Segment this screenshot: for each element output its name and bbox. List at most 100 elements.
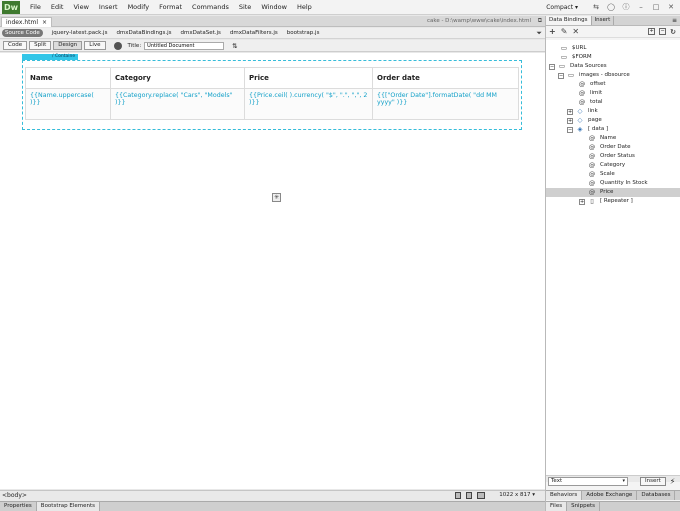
table-header-cell[interactable]: Price bbox=[244, 67, 373, 89]
tab-bootstrap-elements[interactable]: Bootstrap Elements bbox=[36, 502, 100, 511]
close-icon[interactable]: ✕ bbox=[666, 2, 676, 12]
app-logo: Dw bbox=[2, 0, 20, 14]
menu-window[interactable]: Window bbox=[261, 3, 287, 11]
restore-icon[interactable]: ⧉ bbox=[538, 17, 542, 25]
mobile-size-icon[interactable] bbox=[455, 492, 461, 499]
filter-icon[interactable]: ⏷ bbox=[536, 29, 542, 38]
refresh-icon[interactable]: ↻ bbox=[670, 28, 676, 36]
tab-behaviors[interactable]: Behaviors bbox=[546, 491, 583, 500]
insert-button[interactable]: Insert bbox=[640, 476, 666, 486]
table-header-cell[interactable]: Order date bbox=[372, 67, 519, 89]
minimize-icon[interactable]: – bbox=[636, 2, 646, 12]
tablet-size-icon[interactable] bbox=[466, 492, 472, 499]
sync-settings-icon[interactable]: ⇆ bbox=[591, 2, 601, 12]
insert-type-select[interactable]: Text ▾ bbox=[548, 476, 628, 486]
tree-item[interactable]: @ Quantity In Stock bbox=[588, 179, 648, 188]
tab-insert[interactable]: Insert bbox=[592, 16, 615, 25]
tree-item[interactable]: @ offset bbox=[578, 80, 606, 89]
table-cell[interactable]: {{Price.ceil( ).currency( "$", ".", ",",… bbox=[244, 88, 373, 120]
tree-item[interactable]: ▭ $FORM bbox=[560, 53, 592, 62]
preview-in-browser-icon[interactable] bbox=[113, 41, 122, 50]
tree-item-label: Price bbox=[600, 189, 614, 195]
menu-view[interactable]: View bbox=[73, 3, 88, 11]
code-view-button[interactable]: Code bbox=[3, 41, 28, 50]
file-management-icon[interactable]: ⇅ bbox=[232, 42, 237, 50]
table-cell[interactable]: {{Name.uppercase( )}} bbox=[25, 88, 111, 120]
remove-icon[interactable]: ✕ bbox=[572, 27, 579, 36]
magic-wand-icon[interactable]: ⚡ bbox=[670, 477, 676, 486]
data-bindings-tree: ▭ $URL ▭ $FORM − ▭ Data Sources − ▭ imag… bbox=[546, 40, 680, 475]
related-file[interactable]: dmxDataBindings.js bbox=[116, 30, 171, 36]
related-file[interactable]: dmxDataFilters.js bbox=[230, 30, 278, 36]
tree-item[interactable]: + ◇ page bbox=[567, 116, 602, 125]
tab-adobe-exchange[interactable]: Adobe Exchange bbox=[582, 491, 638, 500]
live-view-button[interactable]: Live bbox=[84, 41, 106, 50]
window-size[interactable]: 1022 x 817 ▾ bbox=[499, 492, 535, 498]
tree-item-selected[interactable]: @ Price bbox=[546, 188, 680, 197]
split-view-button[interactable]: Split bbox=[29, 41, 52, 50]
tree-item[interactable]: @ limit bbox=[578, 89, 602, 98]
collapse-all-icon[interactable]: − bbox=[659, 28, 667, 35]
document-title-input[interactable] bbox=[144, 41, 225, 50]
tree-item[interactable]: − ◈ [ data ] bbox=[567, 125, 608, 134]
menu-format[interactable]: Format bbox=[159, 3, 182, 11]
close-tab-icon[interactable]: × bbox=[42, 18, 47, 27]
expand-all-icon[interactable]: + bbox=[648, 28, 656, 35]
database-icon: ▭ bbox=[567, 71, 575, 79]
container-element[interactable]: Name Category Price Order date {{Name.up… bbox=[22, 60, 522, 130]
menu-commands[interactable]: Commands bbox=[192, 3, 229, 11]
expand-icon[interactable]: + bbox=[579, 198, 585, 205]
tree-item[interactable]: − ▭ images - dbsource bbox=[558, 71, 630, 80]
tab-data-bindings[interactable]: Data Bindings bbox=[546, 16, 592, 25]
expand-icon[interactable]: + bbox=[567, 108, 573, 115]
add-icon[interactable]: + bbox=[549, 27, 556, 36]
related-file[interactable]: jquery-latest.pack.js bbox=[52, 30, 108, 36]
tag-selector[interactable]: <body> bbox=[2, 492, 27, 499]
document-tab[interactable]: index.html × bbox=[1, 17, 53, 27]
menu-insert[interactable]: Insert bbox=[99, 3, 118, 11]
menu-help[interactable]: Help bbox=[297, 3, 312, 11]
tree-item[interactable]: @ total bbox=[578, 98, 603, 107]
design-canvas[interactable]: / Containe Name Category Price Order dat… bbox=[0, 53, 545, 489]
tree-item[interactable]: @ Order Date bbox=[588, 143, 631, 152]
tree-item[interactable]: @ Order Status bbox=[588, 152, 635, 161]
object-icon: ◇ bbox=[577, 107, 583, 115]
tree-item[interactable]: + ▯ [ Repeater ] bbox=[579, 197, 633, 206]
workspace-switcher[interactable]: Compact ▾ bbox=[546, 4, 578, 11]
edit-icon[interactable]: ✎ bbox=[561, 27, 568, 36]
table-cell[interactable]: {{["Order Date"].formatDate( "dd MM yyyy… bbox=[372, 88, 519, 120]
menu-site[interactable]: Site bbox=[239, 3, 251, 11]
table-header-cell[interactable]: Name bbox=[25, 67, 111, 89]
collapse-icon[interactable]: − bbox=[558, 72, 564, 79]
related-file[interactable]: dmxDataSet.js bbox=[180, 30, 220, 36]
tab-snippets[interactable]: Snippets bbox=[567, 502, 600, 511]
tree-item-label: page bbox=[588, 117, 602, 123]
tree-item[interactable]: ▭ $URL bbox=[560, 44, 587, 53]
tab-databases[interactable]: Databases bbox=[637, 491, 676, 500]
table-cell[interactable]: {{Category.replace( "Cars", "Models" )}} bbox=[110, 88, 245, 120]
collapse-icon[interactable]: − bbox=[549, 63, 555, 70]
tree-item[interactable]: @ Scale bbox=[588, 170, 615, 179]
tree-item[interactable]: @ Name bbox=[588, 134, 616, 143]
tree-item[interactable]: + ◇ link bbox=[567, 107, 598, 116]
creative-cloud-icon[interactable]: ◯ bbox=[606, 2, 616, 12]
collapse-icon[interactable]: − bbox=[567, 126, 573, 133]
table-header-cell[interactable]: Category bbox=[110, 67, 245, 89]
expand-icon[interactable]: + bbox=[567, 117, 573, 124]
menu-file[interactable]: File bbox=[30, 3, 41, 11]
help-icon[interactable]: ⓘ bbox=[621, 2, 631, 12]
desktop-size-icon[interactable] bbox=[477, 492, 485, 499]
tree-item[interactable]: @ Category bbox=[588, 161, 625, 170]
maximize-icon[interactable]: □ bbox=[651, 2, 661, 12]
data-table[interactable]: Name Category Price Order date {{Name.up… bbox=[25, 67, 519, 120]
related-file[interactable]: bootstrap.js bbox=[287, 30, 320, 36]
tab-properties[interactable]: Properties bbox=[0, 502, 37, 511]
design-view-button[interactable]: Design bbox=[53, 41, 83, 50]
tree-item[interactable]: − ▭ Data Sources bbox=[549, 62, 607, 71]
menu-edit[interactable]: Edit bbox=[51, 3, 64, 11]
invisible-element-marker-icon[interactable]: ✳ bbox=[272, 193, 281, 202]
source-code-tab[interactable]: Source Code bbox=[2, 29, 43, 37]
tab-files[interactable]: Files bbox=[546, 502, 568, 511]
menu-modify[interactable]: Modify bbox=[128, 3, 150, 11]
panel-menu-icon[interactable]: ≡ bbox=[672, 17, 677, 24]
